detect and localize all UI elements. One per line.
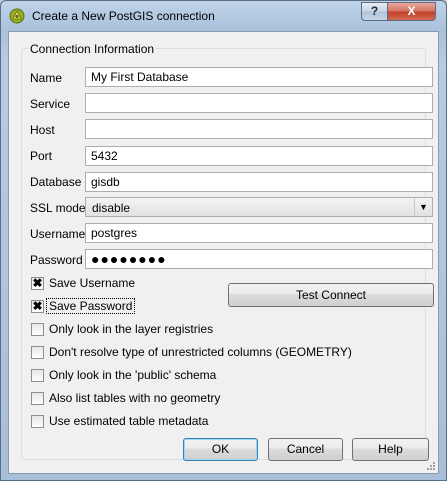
estimated-metadata-label[interactable]: Use estimated table metadata: [49, 414, 208, 428]
test-connect-button[interactable]: Test Connect: [228, 283, 434, 307]
service-input[interactable]: [85, 93, 433, 113]
group-title: Connection Information: [28, 42, 157, 56]
save-username-checkbox[interactable]: ✖: [31, 277, 44, 290]
help-button[interactable]: Help: [352, 438, 429, 461]
title-close-button[interactable]: X: [387, 2, 436, 21]
qgis-logo-icon: [9, 8, 25, 24]
save-password-label[interactable]: Save Password: [46, 298, 136, 314]
username-input[interactable]: [85, 223, 433, 243]
title-help-button[interactable]: ?: [361, 2, 388, 21]
no-geometry-checkbox[interactable]: [31, 392, 44, 405]
ssl-mode-select[interactable]: disable ▼: [85, 197, 433, 217]
only-registries-label[interactable]: Only look in the layer registries: [49, 322, 213, 336]
service-label: Service: [30, 97, 71, 111]
password-input[interactable]: [85, 249, 433, 269]
database-label: Database: [30, 175, 82, 189]
no-geometry-label[interactable]: Also list tables with no geometry: [49, 391, 220, 405]
save-password-checkbox[interactable]: ✖: [31, 300, 44, 313]
ok-button[interactable]: OK: [183, 438, 258, 461]
estimated-metadata-checkbox[interactable]: [31, 415, 44, 428]
ssl-mode-label: SSL mode: [30, 201, 86, 215]
public-schema-checkbox[interactable]: [31, 369, 44, 382]
username-label: Username: [30, 227, 86, 241]
host-input[interactable]: [85, 119, 433, 139]
dont-resolve-label[interactable]: Don't resolve type of unrestricted colum…: [49, 345, 352, 359]
dialog-window: Create a New PostGIS connection ? X Conn…: [0, 0, 447, 481]
public-schema-label[interactable]: Only look in the 'public' schema: [49, 368, 216, 382]
chevron-down-icon[interactable]: ▼: [414, 198, 432, 216]
only-registries-checkbox[interactable]: [31, 323, 44, 336]
window-title: Create a New PostGIS connection: [32, 9, 215, 23]
save-username-label[interactable]: Save Username: [49, 276, 135, 290]
dialog-client: Connection Information Name Service Host…: [8, 31, 439, 474]
ssl-mode-value: disable: [92, 201, 131, 215]
port-label: Port: [30, 149, 53, 163]
host-label: Host: [30, 123, 55, 137]
port-input[interactable]: [85, 146, 433, 166]
cancel-button[interactable]: Cancel: [268, 438, 343, 461]
dont-resolve-checkbox[interactable]: [31, 346, 44, 359]
name-input[interactable]: [85, 67, 433, 87]
name-label: Name: [30, 71, 63, 85]
password-label: Password: [30, 253, 83, 267]
title-bar[interactable]: Create a New PostGIS connection ? X: [1, 1, 446, 31]
database-input[interactable]: [85, 172, 433, 192]
resize-grip-icon[interactable]: [426, 461, 436, 471]
